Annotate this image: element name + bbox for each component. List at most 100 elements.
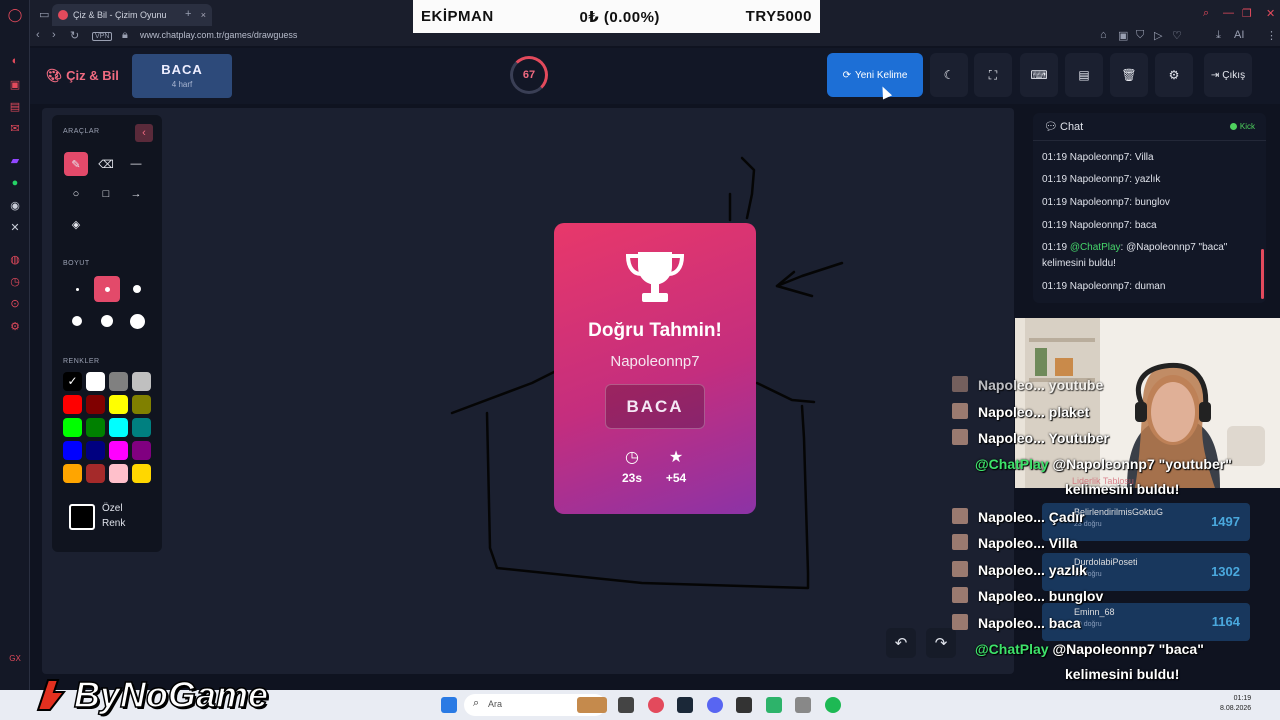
redo-button[interactable]: ↷ bbox=[926, 628, 956, 658]
vpn-badge[interactable]: VPN bbox=[92, 32, 113, 41]
circle-tool[interactable]: ○ bbox=[64, 182, 88, 206]
collapse-tools-button[interactable]: ‹ bbox=[135, 124, 153, 142]
opera-taskbar-icon[interactable] bbox=[648, 697, 664, 713]
avatar bbox=[952, 587, 968, 603]
brush-tool[interactable]: ✎ bbox=[64, 152, 88, 176]
fullscreen-button[interactable]: ⛶ bbox=[974, 53, 1012, 97]
bynogame-logo-icon bbox=[36, 679, 67, 711]
heart-icon[interactable]: ♡ bbox=[1172, 29, 1182, 42]
whatsapp-icon[interactable]: ● bbox=[7, 175, 23, 191]
gx-icon[interactable]: GX bbox=[7, 650, 23, 666]
archive-button[interactable]: ▤ bbox=[1065, 53, 1103, 97]
menu-icon[interactable]: ⋮ bbox=[1266, 29, 1277, 42]
spotify-taskbar-icon[interactable] bbox=[825, 697, 841, 713]
reload-icon[interactable]: ↻ bbox=[70, 29, 79, 42]
size-4[interactable] bbox=[64, 308, 90, 334]
twitch-icon[interactable]: ▰ bbox=[7, 152, 23, 168]
system-clock[interactable]: 01:19 8.08.2026 bbox=[1220, 694, 1251, 714]
color-swatch[interactable] bbox=[109, 441, 128, 460]
settings-taskbar-icon[interactable] bbox=[795, 697, 811, 713]
bookmark-icon[interactable]: ⌂ bbox=[1100, 29, 1107, 41]
history-icon[interactable]: ◷ bbox=[7, 273, 23, 289]
tab-close-icon[interactable]: × bbox=[201, 10, 206, 20]
overlay-chat-system-line-cont: kelimesini buldu! bbox=[1065, 666, 1180, 682]
discord-taskbar-icon[interactable] bbox=[707, 697, 723, 713]
color-swatch[interactable] bbox=[86, 395, 105, 414]
clear-button[interactable]: 🗑︎ bbox=[1110, 53, 1148, 97]
color-swatch[interactable] bbox=[63, 395, 82, 414]
color-swatch[interactable]: ✓ bbox=[63, 372, 82, 391]
eraser-tool[interactable]: ⌫ bbox=[94, 152, 118, 176]
size-3[interactable] bbox=[124, 276, 150, 302]
downloads-icon[interactable]: ⊙ bbox=[7, 295, 23, 311]
fill-tool[interactable]: ◈ bbox=[64, 212, 88, 236]
line-tool[interactable]: — bbox=[124, 152, 148, 176]
maximize-icon[interactable]: ❐ bbox=[1242, 7, 1252, 20]
workspace-icon[interactable]: ▣ bbox=[7, 76, 23, 92]
new-tab-button[interactable]: + bbox=[185, 8, 191, 20]
keyboard-button[interactable]: ⌨ bbox=[1020, 53, 1058, 97]
gmail-icon[interactable]: ✉ bbox=[7, 120, 23, 136]
expand-icon: ⛶ bbox=[988, 67, 998, 82]
chat-scrollbar[interactable] bbox=[1261, 249, 1264, 299]
color-swatch[interactable] bbox=[63, 441, 82, 460]
windows-start-icon[interactable] bbox=[441, 697, 457, 713]
aria-icon[interactable]: ◐ bbox=[7, 53, 23, 69]
color-swatch[interactable] bbox=[109, 464, 128, 483]
minimize-icon[interactable]: — bbox=[1223, 7, 1234, 19]
rectangle-tool[interactable]: □ bbox=[94, 182, 118, 206]
arrow-tool[interactable]: → bbox=[124, 182, 148, 206]
color-swatch[interactable] bbox=[86, 418, 105, 437]
discord-icon[interactable]: ◉ bbox=[7, 197, 23, 213]
new-word-button[interactable]: ⟳ Yeni Kelime bbox=[827, 53, 923, 97]
color-swatch[interactable] bbox=[132, 418, 151, 437]
chat-time: 01:19 bbox=[1042, 242, 1068, 253]
chat-author: @ChatPlay bbox=[1069, 242, 1121, 253]
app-icon[interactable] bbox=[736, 697, 752, 713]
color-swatch[interactable] bbox=[109, 395, 128, 414]
size-1[interactable] bbox=[64, 276, 90, 302]
size-6[interactable] bbox=[124, 308, 150, 334]
drawing-canvas[interactable] bbox=[42, 108, 1014, 674]
size-5[interactable] bbox=[94, 308, 120, 334]
settings-button[interactable]: ⚙ bbox=[1155, 53, 1193, 97]
search-tabs-icon[interactable]: ⌕ bbox=[1203, 7, 1209, 20]
custom-color-picker[interactable] bbox=[69, 504, 95, 530]
download-icon[interactable]: ⤓ bbox=[1216, 29, 1221, 42]
size-2[interactable] bbox=[94, 276, 120, 302]
pinboard-icon[interactable]: ▤ bbox=[7, 98, 23, 114]
undo-button[interactable]: ↶ bbox=[886, 628, 916, 658]
app-logo[interactable]: 🎨︎ Çiz & Bil bbox=[46, 68, 119, 84]
color-swatch[interactable] bbox=[63, 464, 82, 483]
widget-icon[interactable] bbox=[577, 697, 607, 713]
color-swatch[interactable] bbox=[109, 372, 128, 391]
steam-icon[interactable] bbox=[677, 697, 693, 713]
opera-logo-icon[interactable]: ◯ bbox=[7, 7, 23, 23]
shield-icon[interactable]: ⛉ bbox=[1136, 29, 1144, 42]
color-swatch[interactable] bbox=[86, 441, 105, 460]
ai-icon[interactable]: AI bbox=[1234, 29, 1244, 41]
forward-icon[interactable]: › bbox=[52, 29, 56, 41]
color-swatch[interactable] bbox=[132, 464, 151, 483]
color-swatch[interactable] bbox=[132, 441, 151, 460]
task-view-icon[interactable] bbox=[618, 697, 634, 713]
color-swatch[interactable] bbox=[109, 418, 128, 437]
color-swatch[interactable] bbox=[86, 464, 105, 483]
camera-icon[interactable]: ▣ bbox=[1118, 29, 1128, 42]
play-icon[interactable]: ▷ bbox=[1154, 29, 1162, 42]
x-icon[interactable]: ✕ bbox=[7, 219, 23, 235]
color-swatch[interactable] bbox=[132, 395, 151, 414]
spotify-icon[interactable]: ◍ bbox=[7, 251, 23, 267]
tab-menu-icon[interactable]: ▭ bbox=[39, 8, 49, 21]
logout-button[interactable]: ⇥ Çıkış bbox=[1204, 53, 1252, 97]
color-swatch[interactable] bbox=[132, 372, 151, 391]
settings-icon[interactable]: ⚙ bbox=[7, 318, 23, 334]
back-icon[interactable]: ‹ bbox=[36, 29, 40, 41]
close-window-icon[interactable]: ✕ bbox=[1266, 7, 1275, 20]
dark-mode-button[interactable]: ☾ bbox=[930, 53, 968, 97]
app-icon[interactable] bbox=[766, 697, 782, 713]
color-swatch[interactable] bbox=[86, 372, 105, 391]
url-field[interactable]: www.chatplay.com.tr/games/drawguess bbox=[140, 30, 297, 40]
lock-icon[interactable]: 🔒︎ bbox=[122, 29, 128, 42]
color-swatch[interactable] bbox=[63, 418, 82, 437]
